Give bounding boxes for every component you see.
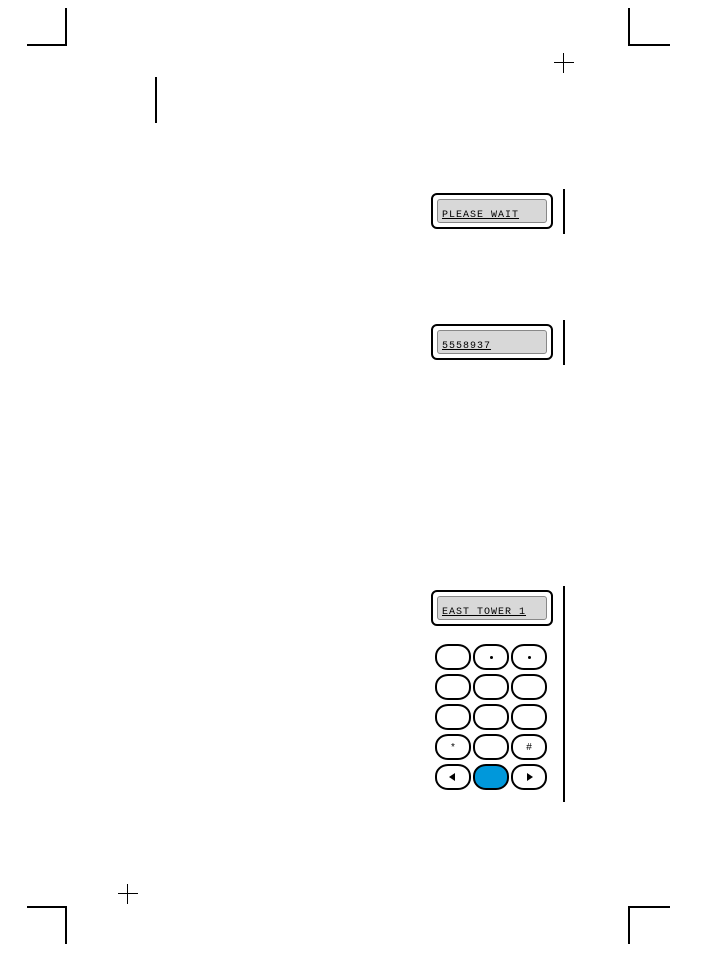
lcd-screen: 5558937 [437, 330, 547, 354]
crop-mark-bl-v [65, 906, 67, 944]
guide-vertical-top [155, 77, 157, 123]
lcd-screen: PLEASE WAIT [437, 199, 547, 223]
lcd-frame: EAST TOWER 1 [431, 590, 553, 626]
crop-mark-br-h [630, 906, 670, 908]
key-right[interactable] [511, 764, 547, 790]
key-9[interactable] [511, 704, 547, 730]
lcd-screen: EAST TOWER 1 [437, 596, 547, 620]
key-hash[interactable]: # [511, 734, 547, 760]
key-center[interactable] [473, 764, 509, 790]
key-star[interactable]: * [435, 734, 471, 760]
crop-mark-br-v [628, 906, 630, 944]
lcd-text-number: 5558937 [442, 341, 491, 352]
crop-mark-tl-h [27, 44, 67, 46]
crop-mark-tr-h [630, 44, 670, 46]
lcd-text-east-tower: EAST TOWER 1 [442, 607, 526, 618]
registration-cross-bottom [118, 884, 138, 904]
crop-mark-bl-h [27, 906, 67, 908]
key-8[interactable] [473, 704, 509, 730]
lcd-panel-number: 5558937 [425, 320, 565, 365]
lcd-text-wait: PLEASE WAIT [442, 210, 519, 221]
key-5[interactable] [473, 674, 509, 700]
key-7[interactable] [435, 704, 471, 730]
key-2[interactable] [473, 644, 509, 670]
lcd-frame: 5558937 [431, 324, 553, 360]
keypad-device: EAST TOWER 1 *# [425, 586, 565, 802]
lcd-panel-wait: PLEASE WAIT [425, 189, 565, 234]
registration-cross-top [554, 53, 574, 73]
key-left[interactable] [435, 764, 471, 790]
key-1[interactable] [435, 644, 471, 670]
keypad: *# [435, 644, 547, 790]
crop-mark-tr-v [628, 8, 630, 46]
crop-mark-tl-v [65, 8, 67, 46]
key-6[interactable] [511, 674, 547, 700]
key-4[interactable] [435, 674, 471, 700]
lcd-frame: PLEASE WAIT [431, 193, 553, 229]
key-0[interactable] [473, 734, 509, 760]
key-3[interactable] [511, 644, 547, 670]
